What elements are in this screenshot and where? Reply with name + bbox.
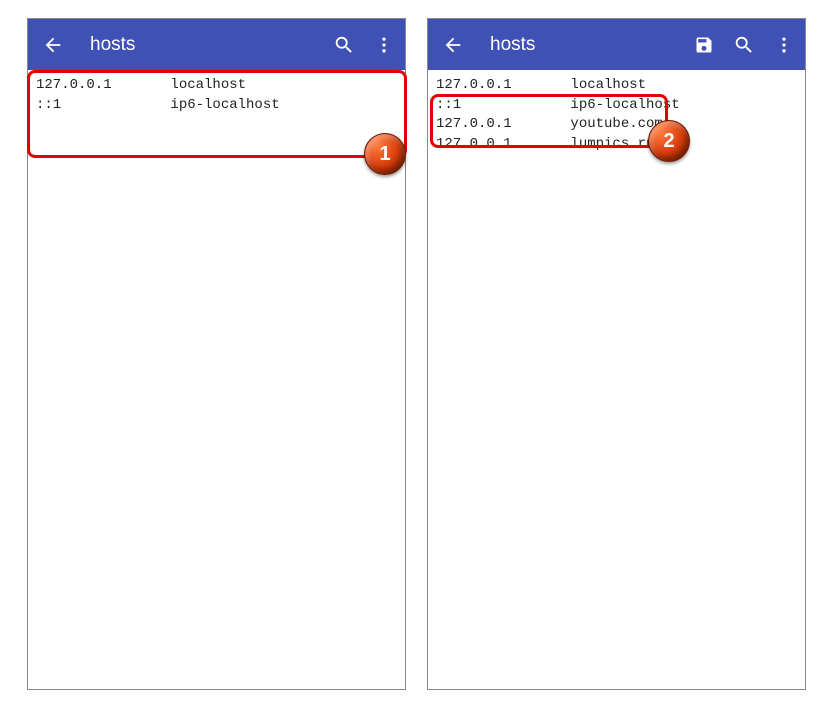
file-content-editable[interactable]: 127.0.0.1 localhost ::1 ip6-localhost 12…	[428, 70, 805, 160]
overflow-menu-icon[interactable]	[773, 34, 795, 56]
file-content[interactable]: 127.0.0.1 localhost ::1 ip6-localhost	[28, 70, 405, 121]
search-icon[interactable]	[333, 34, 355, 56]
hosts-text: 127.0.0.1 localhost ::1 ip6-localhost 12…	[436, 77, 680, 152]
page-title: hosts	[90, 34, 333, 56]
screen-view-mode: hosts 127.0.0.1 localhost ::1 ip6-localh…	[27, 18, 406, 690]
back-arrow-icon[interactable]	[442, 34, 464, 56]
save-icon[interactable]	[693, 34, 715, 56]
search-icon[interactable]	[733, 34, 755, 56]
toolbar: hosts	[428, 19, 805, 70]
overflow-menu-icon[interactable]	[373, 34, 395, 56]
page-title: hosts	[490, 34, 693, 56]
toolbar: hosts	[28, 19, 405, 70]
back-arrow-icon[interactable]	[42, 34, 64, 56]
toolbar-actions	[693, 34, 795, 56]
toolbar-actions	[333, 34, 395, 56]
text-cursor	[655, 137, 656, 152]
screen-edit-mode: hosts 127.0.0.1 localhost ::1 ip6-localh…	[427, 18, 806, 690]
